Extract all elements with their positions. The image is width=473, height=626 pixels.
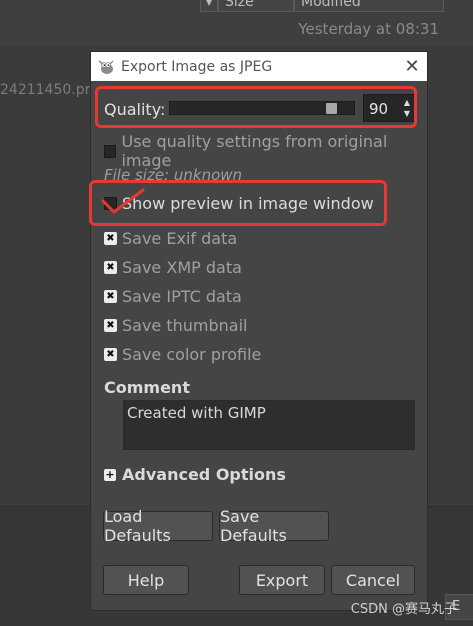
advanced-options-expander[interactable]: + Advanced Options	[104, 465, 286, 484]
save-xmp-checkbox[interactable]: ✖	[104, 261, 117, 274]
csdn-watermark: CSDN @赛马丸子	[350, 602, 457, 617]
help-button[interactable]: Help	[103, 565, 189, 595]
spin-down-icon[interactable]: ▼	[402, 108, 412, 119]
export-button[interactable]: Export	[239, 565, 325, 595]
save-color-profile-checkbox[interactable]: ✖	[104, 348, 117, 361]
modified-column-header[interactable]: Modified	[294, 0, 444, 12]
size-column-header[interactable]: Size	[218, 0, 294, 12]
comment-textarea[interactable]: Created with GIMP	[123, 400, 415, 450]
save-exif-option[interactable]: ✖ Save Exif data	[104, 229, 237, 248]
quality-slider-handle[interactable]	[326, 103, 337, 114]
quality-value[interactable]: 90	[369, 100, 388, 118]
save-thumbnail-label: Save thumbnail	[122, 316, 248, 335]
comment-text[interactable]: Created with GIMP	[127, 404, 266, 422]
save-iptc-option[interactable]: ✖ Save IPTC data	[104, 287, 242, 306]
gimp-logo-icon	[98, 60, 114, 74]
save-color-profile-label: Save color profile	[122, 345, 262, 364]
file-name-fragment[interactable]: 24211450.pr	[0, 82, 90, 98]
save-thumbnail-option[interactable]: ✖ Save thumbnail	[104, 316, 248, 335]
save-iptc-label: Save IPTC data	[122, 287, 242, 306]
load-defaults-button[interactable]: Load Defaults	[103, 507, 213, 545]
file-size-label: File size: unknown	[104, 166, 243, 184]
spin-up-icon[interactable]: ▲	[402, 97, 412, 108]
dialog-titlebar: Export Image as JPEG ✕	[91, 52, 427, 81]
spin-arrows[interactable]: ▲ ▼	[402, 97, 412, 119]
expand-plus-icon[interactable]: +	[104, 468, 116, 481]
quality-spinbutton[interactable]: 90 ▲ ▼	[363, 94, 415, 122]
show-preview-checkbox[interactable]	[104, 197, 117, 210]
save-defaults-button[interactable]: Save Defaults	[219, 507, 329, 545]
advanced-options-label: Advanced Options	[122, 465, 286, 484]
show-preview-label: Show preview in image window	[122, 194, 374, 213]
save-exif-checkbox[interactable]: ✖	[104, 232, 117, 245]
use-original-quality-label: Use quality settings from original image	[121, 132, 388, 170]
export-jpeg-dialog: Export Image as JPEG ✕ Quality: 90 ▲ ▼ U…	[90, 51, 428, 611]
close-icon[interactable]: ✕	[397, 56, 427, 77]
column-dropdown-icon[interactable]: ▾	[200, 0, 218, 12]
quality-label: Quality:	[104, 100, 166, 119]
quality-slider[interactable]	[169, 101, 355, 115]
cancel-button[interactable]: Cancel	[331, 565, 415, 595]
save-xmp-option[interactable]: ✖ Save XMP data	[104, 258, 242, 277]
dialog-title: Export Image as JPEG	[121, 58, 273, 75]
show-preview-option[interactable]: Show preview in image window	[104, 194, 374, 213]
use-original-quality-option[interactable]: Use quality settings from original image	[104, 132, 427, 170]
save-xmp-label: Save XMP data	[122, 258, 242, 277]
save-thumbnail-checkbox[interactable]: ✖	[104, 319, 117, 332]
use-original-quality-checkbox[interactable]	[104, 144, 117, 158]
save-exif-label: Save Exif data	[122, 229, 238, 248]
modified-value: Yesterday at 08:31	[298, 20, 439, 38]
save-iptc-checkbox[interactable]: ✖	[104, 290, 117, 303]
comment-heading: Comment	[104, 378, 190, 397]
save-color-profile-option[interactable]: ✖ Save color profile	[104, 345, 261, 364]
